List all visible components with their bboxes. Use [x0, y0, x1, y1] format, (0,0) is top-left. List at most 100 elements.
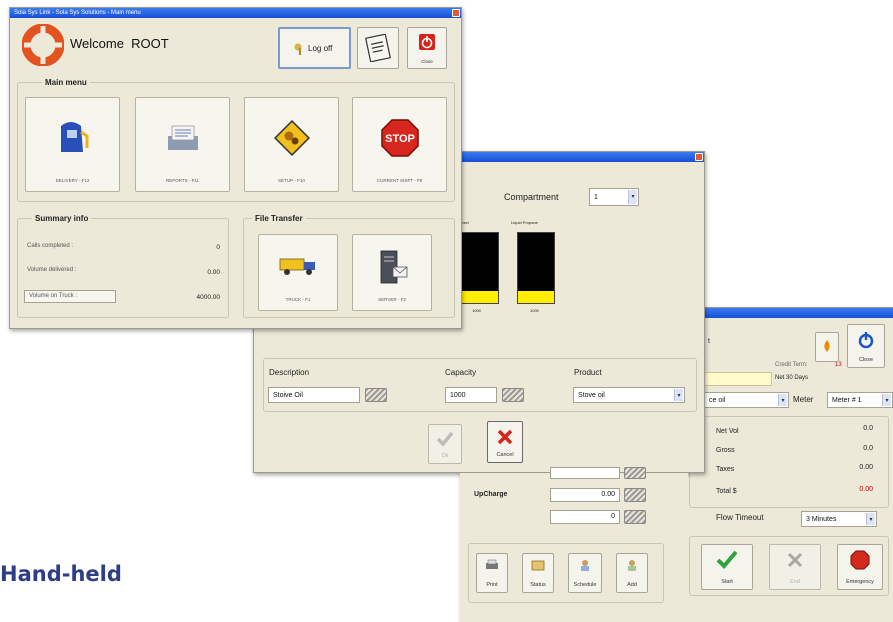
meter-select-value: Meter # 1: [832, 397, 862, 404]
ok-label: Ok: [441, 453, 449, 459]
current-shift-label: CURRENT SHIFT - F9: [376, 178, 423, 183]
description-header: Description: [269, 368, 310, 377]
taxes-label: Taxes: [716, 466, 735, 473]
hand-held-caption: Hand-held: [0, 562, 122, 586]
tank-value-2: 1000: [530, 308, 539, 313]
taxes-value: 0.00: [859, 464, 873, 471]
keypad-icon[interactable]: [502, 388, 524, 402]
end-button[interactable]: End: [769, 544, 821, 590]
compartment-select-value: 1: [594, 194, 598, 201]
file-transfer-title: File Transfer: [252, 214, 306, 223]
log-off-button[interactable]: Log off: [278, 27, 351, 69]
end-label: End: [790, 579, 800, 585]
ok-button[interactable]: Ok: [428, 424, 462, 464]
credit-term-label: Credit Term:: [775, 362, 808, 368]
print-label: Print: [486, 582, 498, 588]
compartment-select[interactable]: 1 ▾: [589, 188, 639, 206]
main-menu-title: Main menu: [42, 78, 90, 87]
schedule-button[interactable]: Schedule: [568, 553, 602, 593]
start-button[interactable]: Start: [701, 544, 753, 590]
compartment-label: Compartment: [504, 192, 559, 202]
checkmark-icon: [716, 550, 738, 569]
print-button[interactable]: Print: [476, 553, 508, 593]
current-shift-tile[interactable]: STOP CURRENT SHIFT - F9: [352, 97, 447, 192]
volume-delivered-value: 0.00: [207, 269, 220, 276]
capacity-header: Capacity: [445, 368, 477, 377]
logo-icon: [22, 24, 64, 66]
total-label: Total $: [716, 488, 737, 495]
customer-name-field: [704, 372, 772, 386]
server-tile[interactable]: SERVER - F2: [352, 234, 432, 311]
meter-orange-button[interactable]: [815, 332, 839, 362]
keyboard-icon[interactable]: [365, 388, 387, 402]
emergency-button[interactable]: Emergency: [837, 544, 883, 590]
meter-select[interactable]: Meter # 1 ▾: [827, 392, 893, 408]
delivery-label: DELIVERY - F12: [55, 178, 90, 183]
status-button[interactable]: Status: [522, 553, 554, 593]
main-window-close-icon[interactable]: [452, 9, 460, 17]
volume-on-truck-label: Volume on Truck :: [29, 293, 78, 299]
notes-button[interactable]: [357, 27, 399, 69]
tank-gauge-1: [461, 232, 499, 304]
setup-label: SETUP - F10: [278, 178, 305, 183]
gross-value: 0.0: [863, 445, 873, 452]
flow-timeout-select[interactable]: 3 Minutes ▾: [801, 511, 877, 527]
volume-delivered-label: Volume delivered :: [27, 267, 77, 273]
flow-timeout-label: Flow Timeout: [716, 513, 764, 522]
chevron-down-icon: ▾: [882, 394, 891, 406]
description-input[interactable]: Stoive Oil: [268, 387, 360, 403]
net-days-text: Net 30 Days: [775, 375, 809, 381]
volume-on-truck-box: Volume on Truck :: [24, 290, 116, 303]
reports-tile[interactable]: REPORTS - F11: [135, 97, 230, 192]
meter-product-value: ce oil: [709, 397, 726, 404]
gross-label: Gross: [716, 447, 735, 454]
upcharge-input[interactable]: 0.00: [550, 488, 620, 502]
chevron-down-icon: ▾: [778, 394, 787, 406]
keypad-icon[interactable]: [624, 467, 646, 479]
chevron-down-icon: ▾: [628, 190, 637, 204]
capacity-input[interactable]: 1000: [445, 387, 497, 403]
product-header: Product: [574, 368, 602, 377]
upcharge-label: UpCharge: [474, 491, 508, 498]
tank-gauge-2: [517, 232, 555, 304]
log-off-label: Log off: [308, 44, 333, 53]
printer-icon: [486, 559, 498, 569]
main-window-title: Sola Sys Link - Sola Sys Solutions - Mai…: [14, 10, 141, 16]
clipboard-icon: [365, 33, 391, 63]
upcharge-top-field: [550, 467, 620, 479]
cancel-button[interactable]: Cancel: [487, 421, 523, 463]
main-close-button[interactable]: Close: [407, 27, 447, 69]
summary-info-title: Summary info: [32, 214, 92, 223]
keyboard-icon[interactable]: [624, 510, 646, 524]
compartment-window-close-icon[interactable]: [695, 153, 703, 161]
upcharge-second-input[interactable]: 0: [550, 510, 620, 524]
tank-value-1: 1000: [472, 308, 481, 313]
flame-icon: [824, 340, 830, 352]
power-icon: [858, 332, 874, 349]
reports-icon: [167, 125, 198, 150]
add-icon: [628, 560, 636, 571]
meter-window-title-fragment: t: [708, 338, 710, 345]
meter-close-button[interactable]: Close: [847, 324, 885, 368]
cancel-label: Cancel: [496, 452, 514, 458]
truck-tile[interactable]: TRUCK - F1: [258, 234, 338, 311]
keypad-icon[interactable]: [624, 488, 646, 502]
cross-icon: [497, 429, 513, 445]
start-label: Start: [721, 579, 733, 585]
reports-label: REPORTS - F11: [165, 178, 200, 183]
status-icon: [531, 560, 545, 571]
status-label: Status: [530, 582, 546, 588]
key-icon: [294, 43, 302, 55]
calls-completed-label: Calls completed :: [27, 243, 74, 249]
add-button[interactable]: Add: [616, 553, 648, 593]
meter-product-select[interactable]: ce oil ▾: [704, 392, 789, 408]
gears-icon: [273, 119, 310, 157]
tank-fill-1: [462, 291, 498, 303]
setup-tile[interactable]: SETUP - F10: [244, 97, 339, 192]
calls-completed-value: 0: [216, 244, 220, 251]
product-select[interactable]: Stove oil ▾: [573, 387, 685, 403]
truck-icon: [279, 258, 315, 275]
total-value: 0.00: [859, 486, 873, 493]
delivery-tile[interactable]: DELIVERY - F12: [25, 97, 120, 192]
product-select-value: Stove oil: [578, 392, 605, 399]
